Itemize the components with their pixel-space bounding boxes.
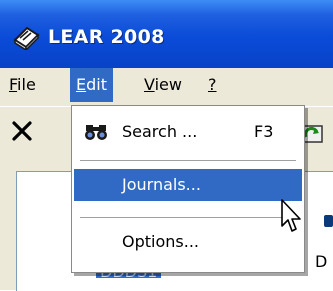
mouse-pointer-icon [281, 199, 301, 232]
menu-view-mnemonic: V [144, 75, 155, 94]
title-bar[interactable]: LEAR 2008 [0, 0, 333, 68]
app-window: LEAR 2008 File Edit View ? DDDS1 D [0, 0, 333, 291]
search-label: Search ... [122, 122, 198, 141]
menu-file-label: ile [17, 75, 36, 94]
partial-label: D [315, 252, 328, 271]
options-label: Options... [122, 232, 199, 251]
close-icon[interactable] [10, 119, 34, 143]
menu-help-label: ? [208, 75, 217, 94]
search-shortcut: F3 [254, 122, 274, 141]
item-marker [324, 215, 333, 227]
menu-view[interactable]: View [138, 68, 188, 102]
menu-edit-label: dit [86, 75, 107, 94]
menu-bar: File Edit View ? [0, 68, 333, 106]
window-title: LEAR 2008 [48, 26, 165, 48]
menu-view-label: iew [154, 75, 182, 94]
menu-file-mnemonic: F [9, 75, 18, 94]
menu-edit[interactable]: Edit [70, 68, 113, 102]
menu-file[interactable]: File [3, 68, 42, 102]
menu-help[interactable]: ? [202, 68, 223, 102]
menu-item-journals[interactable]: Journals... [74, 169, 302, 201]
book-icon [13, 26, 40, 50]
menu-item-search[interactable]: Search ... F3 [74, 116, 302, 148]
binoculars-icon [85, 125, 107, 140]
menu-edit-mnemonic: E [76, 75, 87, 94]
menu-item-options[interactable]: Options... [74, 226, 302, 258]
menu-separator [80, 160, 296, 161]
journals-label: Journals... [122, 175, 201, 194]
menu-separator [80, 217, 296, 218]
edit-menu-dropdown: Search ... F3 Journals... Options... [71, 105, 305, 273]
